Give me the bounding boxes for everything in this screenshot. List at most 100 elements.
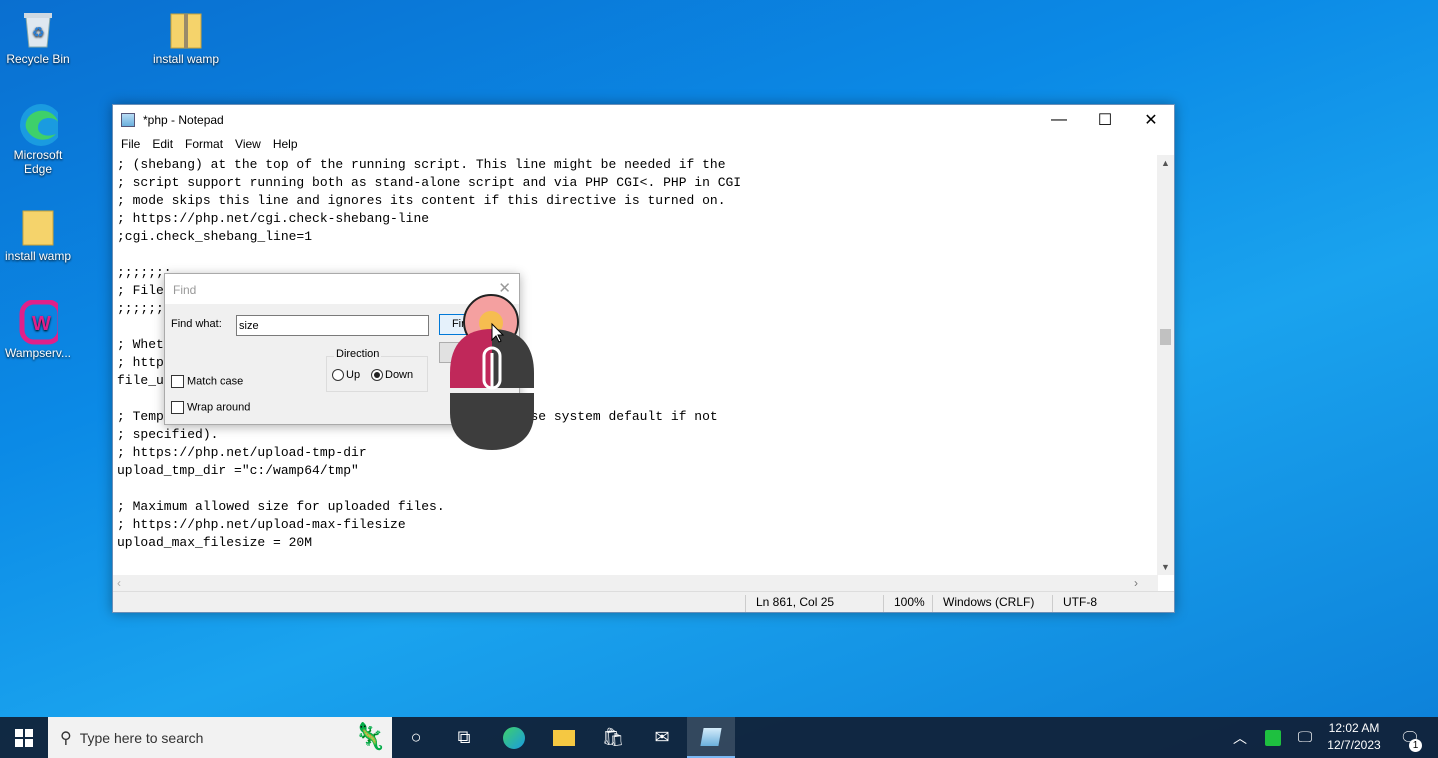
status-bar: Ln 861, Col 25 100% Windows (CRLF) UTF-8 xyxy=(113,591,1174,612)
taskbar-edge[interactable] xyxy=(490,717,538,758)
windows-logo-icon xyxy=(15,728,33,747)
date: 12/7/2023 xyxy=(1327,738,1381,752)
icon-label: install wamp xyxy=(4,249,72,263)
notification-count: 1 xyxy=(1409,739,1422,752)
time: 12:02 AM xyxy=(1328,721,1380,735)
direction-down-radio[interactable]: Down xyxy=(371,369,414,382)
taskbar-file-explorer[interactable] xyxy=(540,717,588,758)
scroll-thumb[interactable] xyxy=(1160,329,1171,345)
start-button[interactable] xyxy=(0,717,48,758)
text-line xyxy=(117,480,1158,498)
icon-label: Recycle Bin xyxy=(6,52,70,66)
text-line: ; script support running both as stand-a… xyxy=(117,175,742,190)
edge-icon xyxy=(503,726,525,749)
title-bar[interactable]: *php - Notepad xyxy=(113,105,1174,134)
find-what-input[interactable] xyxy=(236,315,429,336)
menu-file[interactable]: File xyxy=(115,137,146,151)
wrap-around-box[interactable] xyxy=(171,401,184,414)
taskbar-mail[interactable]: ✉ xyxy=(638,717,686,758)
task-view-icon: ⧉ xyxy=(457,727,471,747)
svg-text:♻: ♻ xyxy=(32,24,45,40)
taskbar-search-box[interactable]: ⚲ Type here to search 🦎 xyxy=(48,717,392,758)
text-line xyxy=(117,246,1158,264)
match-case-box[interactable] xyxy=(171,375,184,388)
text-line: ; https://php.net/cgi.check-shebang-line xyxy=(117,211,430,226)
notepad-icon xyxy=(700,727,722,746)
text-line: ; specified). xyxy=(117,427,219,442)
match-case-checkbox[interactable]: Match case xyxy=(171,375,243,388)
icon-label: install wamp xyxy=(152,52,220,66)
radio-down[interactable] xyxy=(371,369,383,382)
taskbar-store[interactable]: 🛍 xyxy=(589,717,637,758)
line-ending: Windows (CRLF) xyxy=(932,595,1034,612)
mail-icon: ✉ xyxy=(654,727,670,747)
desktop-icon-install-wamp-zip[interactable]: install wamp xyxy=(148,8,224,66)
desktop-icon-edge[interactable]: Microsoft Edge xyxy=(0,104,76,176)
cortana-button[interactable]: ○ xyxy=(392,717,440,758)
network-icon: 🖵 xyxy=(1297,729,1313,746)
folder-icon xyxy=(18,205,58,247)
zip-folder-icon xyxy=(166,8,206,50)
direction-label: Direction xyxy=(334,348,382,360)
text-line: ; https://php.net/upload-max-filesize xyxy=(117,517,406,532)
text-line: ; (shebang) at the top of the running sc… xyxy=(117,157,726,172)
action-center-button[interactable]: 🗨 1 xyxy=(1390,717,1430,758)
recycle-bin-icon: ♻ xyxy=(18,8,58,50)
clock[interactable]: 12:02 AM 12/7/2023 xyxy=(1322,720,1386,754)
down-label: Down xyxy=(385,369,414,381)
notepad-icon xyxy=(121,112,135,127)
encoding: UTF-8 xyxy=(1052,595,1097,612)
match-case-label: Match case xyxy=(187,375,244,388)
menu-help[interactable]: Help xyxy=(267,137,304,151)
text-line: upload_max_filesize = 20M xyxy=(117,535,313,550)
cortana-icon: ○ xyxy=(410,727,422,747)
scroll-up-icon[interactable]: ▲ xyxy=(1157,158,1174,168)
wrap-around-label: Wrap around xyxy=(187,401,251,414)
vertical-scrollbar[interactable]: ▲ ▼ xyxy=(1157,155,1174,575)
close-button[interactable]: ✕ xyxy=(1128,105,1174,134)
direction-up-radio[interactable]: Up xyxy=(332,369,361,382)
folder-icon xyxy=(553,729,575,746)
window-title: *php - Notepad xyxy=(143,112,224,127)
wampserver-tray-icon xyxy=(1265,729,1281,746)
edge-icon xyxy=(18,104,58,146)
store-icon: 🛍 xyxy=(601,727,625,747)
mouse-click-overlay-icon xyxy=(450,294,534,450)
svg-text:W: W xyxy=(32,313,51,335)
cursor-position: Ln 861, Col 25 xyxy=(745,595,834,612)
text-line: ; mode skips this line and ignores its c… xyxy=(117,193,726,208)
horizontal-scrollbar[interactable]: ‹ › xyxy=(113,575,1158,592)
menu-format[interactable]: Format xyxy=(179,137,229,151)
desktop-icon-install-wamp-folder[interactable]: install wamp xyxy=(0,205,76,263)
minimize-button[interactable]: — xyxy=(1036,105,1082,134)
taskbar-notepad[interactable] xyxy=(687,717,735,758)
search-icon: ⚲ xyxy=(60,729,72,747)
menu-bar: File Edit Format View Help xyxy=(113,134,1174,154)
text-line: upload_tmp_dir ="c:/wamp64/tmp" xyxy=(117,463,359,478)
wrap-around-checkbox[interactable]: Wrap around xyxy=(171,401,250,414)
chevron-up-icon: ︿ xyxy=(1233,729,1247,746)
menu-view[interactable]: View xyxy=(229,137,267,151)
maximize-button[interactable]: ☐ xyxy=(1082,105,1128,134)
menu-edit[interactable]: Edit xyxy=(146,137,179,151)
show-hidden-icons-button[interactable]: ︿ xyxy=(1218,717,1262,758)
up-label: Up xyxy=(346,369,361,381)
text-line: ; https://php.net/upload-tmp-dir xyxy=(117,445,367,460)
desktop-icon-wampserver[interactable]: W Wampserv... xyxy=(0,300,76,360)
zoom-level: 100% xyxy=(883,595,925,612)
text-line: ; Maximum allowed size for uploaded file… xyxy=(117,499,445,514)
network-button[interactable]: 🖵 xyxy=(1290,717,1320,758)
desktop-icon-recycle-bin[interactable]: ♻ Recycle Bin xyxy=(0,8,76,66)
search-highlight-axolotl-icon: 🦎 xyxy=(353,721,386,751)
task-view-button[interactable]: ⧉ xyxy=(440,717,488,758)
scroll-left-icon[interactable]: ‹ xyxy=(117,576,121,590)
find-what-label: Find what: xyxy=(171,318,222,330)
wampserver-icon: W xyxy=(18,300,58,345)
scroll-down-icon[interactable]: ▼ xyxy=(1157,562,1174,572)
taskbar: ⚲ Type here to search 🦎 ○ ⧉ 🛍 ✉ ︿ 🖵 12:0… xyxy=(0,717,1438,758)
wampserver-tray-button[interactable] xyxy=(1258,717,1288,758)
icon-label: Microsoft Edge xyxy=(13,148,63,176)
icon-label: Wampserv... xyxy=(4,346,71,360)
radio-up[interactable] xyxy=(332,369,344,382)
scroll-right-icon[interactable]: › xyxy=(1134,576,1138,590)
